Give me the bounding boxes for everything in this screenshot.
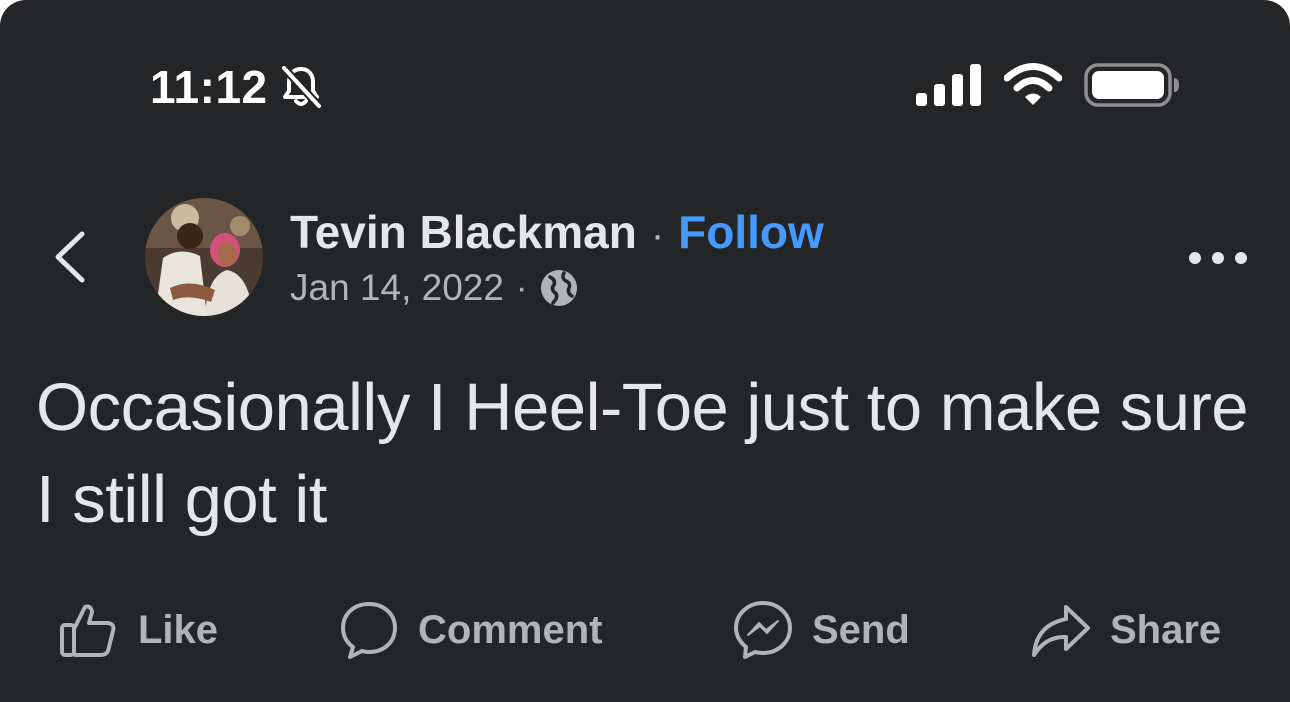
share-arrow-icon [1032,605,1090,657]
comment-bubble-icon [341,602,397,659]
thumbs-up-icon [60,604,116,657]
separator-dot: · [650,213,665,257]
post-screen: 11:12 Tevin Blackman · Follow Jan 14, 20… [0,0,1290,702]
post-meta: Jan 14, 2022 · [290,267,579,309]
bell-slash-icon [279,64,323,110]
messenger-icon [734,601,792,659]
share-label: Share [1110,607,1222,652]
avatar[interactable] [145,198,263,316]
separator-dot: · [515,268,528,307]
post-actions: Like Comment Send Share [0,590,1290,670]
like-label: Like [138,607,219,652]
send-label: Send [812,607,910,652]
battery-icon [1084,63,1179,107]
more-options-icon[interactable] [1186,247,1250,269]
status-bar: 11:12 [0,0,1290,180]
post-date[interactable]: Jan 14, 2022 [290,267,504,309]
avatar-photo [145,198,263,316]
back-chevron-icon[interactable] [52,230,88,284]
time-group: 11:12 [150,60,324,114]
author-line: Tevin Blackman · Follow [290,205,824,259]
status-icons [916,62,1180,108]
share-button[interactable]: Share [1030,590,1221,670]
post-text: Occasionally I Heel-Toe just to make sur… [36,370,1249,537]
follow-button[interactable]: Follow [678,205,824,259]
send-button[interactable]: Send [732,590,910,670]
wifi-icon [1004,63,1062,105]
globe-icon [541,270,578,306]
author-name[interactable]: Tevin Blackman [290,205,637,259]
status-time: 11:12 [150,61,268,113]
comment-button[interactable]: Comment [338,590,602,670]
post-header: Tevin Blackman · Follow Jan 14, 2022 · [0,195,1290,320]
like-button[interactable]: Like [58,590,218,670]
signal-icon [916,64,981,106]
comment-label: Comment [418,607,603,652]
